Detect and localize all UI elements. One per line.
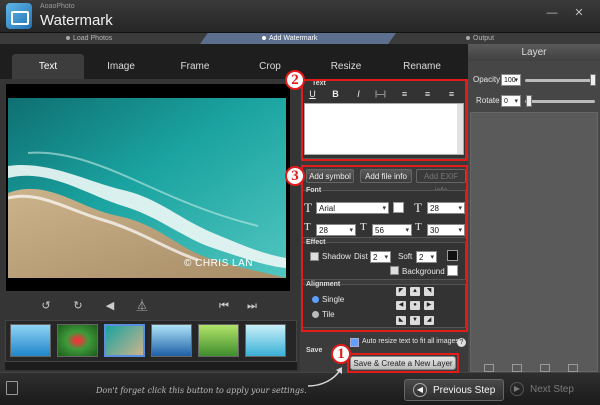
next-arrow-icon: ▶ bbox=[510, 382, 524, 396]
thumbnail[interactable] bbox=[198, 324, 239, 357]
thumbnail-scrollbar[interactable] bbox=[5, 362, 297, 370]
rotate-input[interactable]: 0 bbox=[501, 95, 521, 107]
step-dot-icon bbox=[466, 36, 470, 41]
step-dot-icon bbox=[66, 36, 70, 41]
close-icon[interactable]: ✕ bbox=[572, 6, 586, 20]
delete-layer-icon[interactable] bbox=[540, 364, 550, 372]
previous-arrow-icon: ◀ bbox=[413, 383, 427, 397]
app-logo-icon bbox=[6, 3, 32, 29]
annotation-box-3 bbox=[301, 165, 468, 332]
next-step-label: Next Step bbox=[530, 384, 574, 395]
tab-text[interactable]: Text bbox=[12, 54, 84, 79]
hint-arrow bbox=[307, 367, 342, 387]
rotate-slider-track[interactable] bbox=[525, 100, 595, 103]
thumbnail-selected[interactable] bbox=[104, 324, 145, 357]
auto-resize-checkbox[interactable] bbox=[350, 338, 359, 347]
rotate-left-icon[interactable]: ↺ bbox=[38, 298, 54, 314]
tab-resize[interactable]: Resize bbox=[308, 54, 384, 79]
step-add-watermark[interactable]: Add Watermark bbox=[262, 33, 317, 44]
opacity-slider-handle[interactable] bbox=[590, 74, 596, 86]
next-step-button[interactable]: ▶ Next Step bbox=[510, 379, 596, 401]
thumbnail[interactable] bbox=[245, 324, 286, 357]
duplicate-layer-icon[interactable] bbox=[512, 364, 522, 372]
previous-image-icon[interactable]: ⏮ bbox=[216, 298, 232, 314]
app-subtitle: AoaoPhoto bbox=[40, 3, 75, 10]
annotation-badge-3: 3 bbox=[285, 166, 305, 186]
opacity-input[interactable]: 100 bbox=[501, 74, 521, 86]
rotate-slider-handle[interactable] bbox=[526, 95, 532, 107]
opacity-slider-track[interactable] bbox=[525, 79, 595, 82]
previous-step-label: Previous Step bbox=[433, 385, 496, 396]
flip-horizontal-icon[interactable]: ◀ bbox=[102, 298, 118, 314]
annotation-badge-2: 2 bbox=[285, 70, 305, 90]
thumbnail[interactable] bbox=[151, 324, 192, 357]
help-icon[interactable]: ? bbox=[457, 338, 466, 347]
rotate-label: Rotate bbox=[476, 96, 500, 105]
opacity-label: Opacity bbox=[473, 75, 501, 84]
new-layer-icon[interactable] bbox=[484, 364, 494, 372]
next-image-icon[interactable]: ⏭ bbox=[244, 298, 260, 314]
rotate-right-icon[interactable]: ↻ bbox=[70, 298, 86, 314]
step-dot-icon bbox=[262, 36, 266, 41]
minimize-icon[interactable]: — bbox=[545, 6, 559, 20]
previous-step-button[interactable]: ◀ Previous Step bbox=[404, 379, 504, 401]
save-section-title: Save bbox=[306, 347, 323, 354]
thumbnail[interactable] bbox=[10, 324, 51, 357]
tab-frame[interactable]: Frame bbox=[158, 54, 232, 79]
watermark-preview-text[interactable]: © CHRIS LAN bbox=[184, 258, 253, 269]
export-layer-icon[interactable] bbox=[568, 364, 578, 372]
annotation-box-2 bbox=[301, 79, 468, 161]
thumbnail[interactable] bbox=[57, 324, 98, 357]
auto-resize-label: Auto resize text to fit all images bbox=[362, 338, 459, 345]
annotation-box-1 bbox=[347, 353, 459, 373]
layer-panel-title: Layer bbox=[468, 44, 600, 61]
preview-image bbox=[8, 98, 286, 278]
step-load-photos[interactable]: Load Photos bbox=[66, 33, 112, 44]
layer-list[interactable] bbox=[470, 112, 598, 372]
document-icon[interactable] bbox=[6, 381, 18, 395]
annotation-badge-1: 1 bbox=[331, 344, 351, 364]
tab-rename[interactable]: Rename bbox=[384, 54, 460, 79]
app-title: Watermark bbox=[40, 12, 113, 29]
flip-vertical-icon[interactable]: ⏅ bbox=[134, 298, 150, 314]
hint-text: Don't forget click this button to apply … bbox=[96, 386, 307, 395]
step-output[interactable]: Output bbox=[466, 33, 494, 44]
tab-image[interactable]: Image bbox=[84, 54, 158, 79]
